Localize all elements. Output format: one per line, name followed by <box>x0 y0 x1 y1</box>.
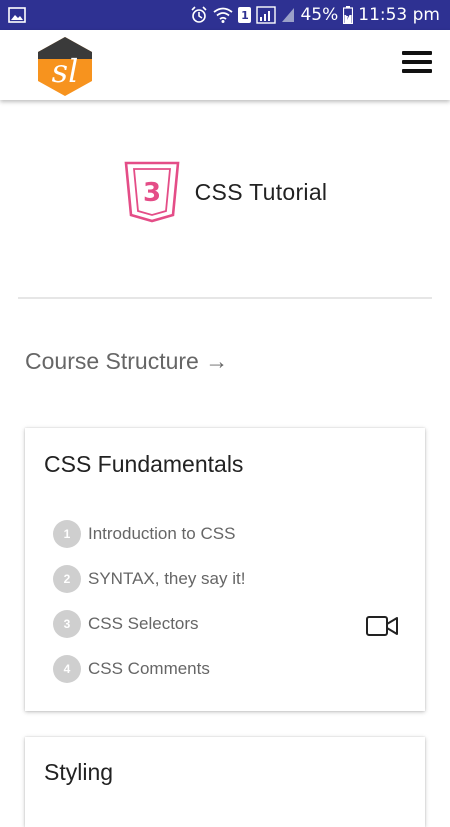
wifi-icon <box>213 7 234 23</box>
lesson-label: CSS Comments <box>88 659 210 678</box>
battery-charging-icon <box>343 6 354 24</box>
lesson-number-badge: 1 <box>53 520 81 548</box>
css3-icon-number: 3 <box>143 178 161 208</box>
alarm-icon <box>190 6 208 24</box>
lesson-number-badge: 4 <box>53 655 81 683</box>
module-title: CSS Fundamentals <box>44 451 244 477</box>
module-card-styling[interactable]: Styling <box>25 737 425 827</box>
signal-strength-icon <box>281 7 295 23</box>
lesson-item[interactable]: 3 CSS Selectors <box>53 609 199 639</box>
lesson-label: Introduction to CSS <box>88 524 236 543</box>
signal-icon <box>256 6 277 24</box>
lesson-item[interactable]: 1 Introduction to CSS <box>53 519 235 549</box>
divider <box>18 297 432 299</box>
page-title: CSS Tutorial <box>194 178 328 205</box>
battery-percent: 45% <box>300 5 339 25</box>
clock: 11:53 pm <box>358 5 440 25</box>
hamburger-menu-icon[interactable] <box>402 51 432 77</box>
module-title: Styling <box>44 759 114 785</box>
css3-icon: 3 <box>124 161 180 223</box>
video-camera-icon[interactable] <box>366 615 398 637</box>
sim-badge-icon: 1 <box>238 7 252 23</box>
course-structure-link[interactable]: Course Structure → <box>25 348 228 375</box>
app-logo[interactable]: sl <box>35 35 95 97</box>
status-bar: 1 45% 11:53 pm <box>0 0 450 30</box>
lesson-item[interactable]: 2 SYNTAX, they say it! <box>53 564 245 594</box>
gallery-notification-icon <box>8 7 26 23</box>
lesson-label: CSS Selectors <box>88 614 199 633</box>
module-card-css-fundamentals[interactable]: CSS Fundamentals 1 Introduction to CSS 2… <box>25 428 425 711</box>
logo-text: sl <box>52 52 79 90</box>
lesson-label: SYNTAX, they say it! <box>88 569 246 588</box>
lesson-number-badge: 3 <box>53 610 81 638</box>
course-header: 3 CSS Tutorial <box>0 160 450 224</box>
lesson-item[interactable]: 4 CSS Comments <box>53 654 210 684</box>
app-bar: sl <box>0 30 450 100</box>
lesson-number-badge: 2 <box>53 565 81 593</box>
